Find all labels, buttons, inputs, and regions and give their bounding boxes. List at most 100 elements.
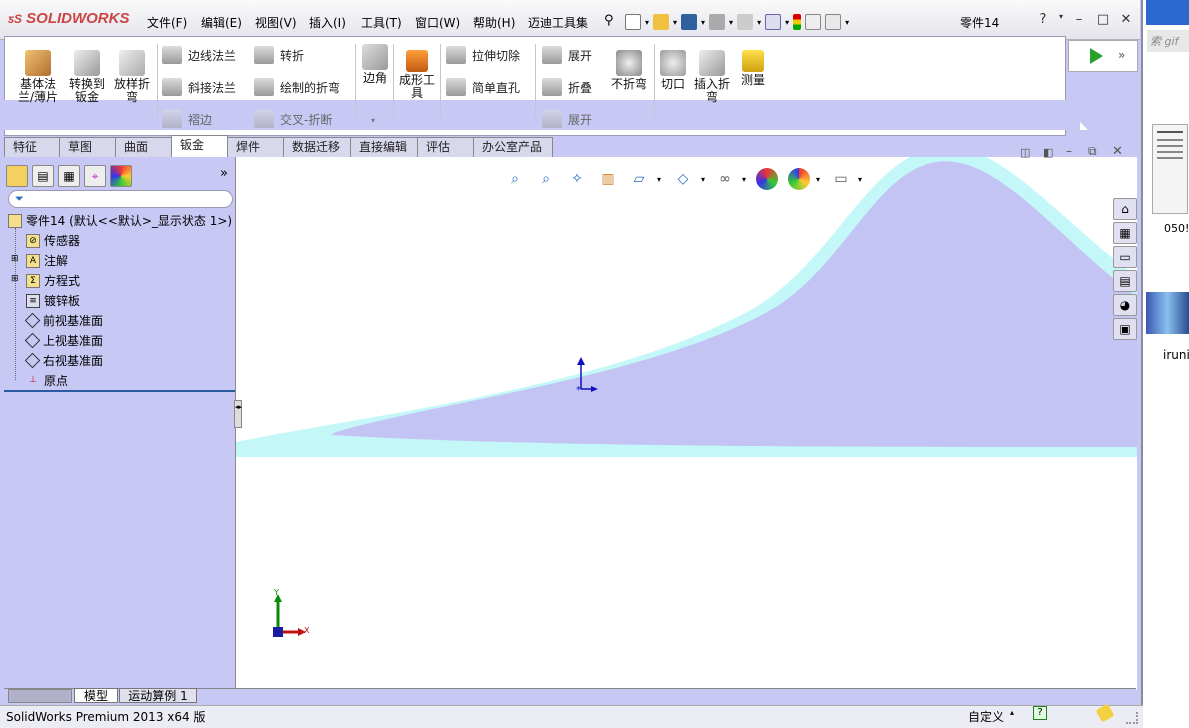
ribbon-expand-icon[interactable]: »: [1118, 48, 1125, 62]
edge-flange-button[interactable]: 边线法兰: [162, 46, 236, 64]
tab-model[interactable]: 模型: [74, 688, 118, 703]
panel-expand-icon[interactable]: »: [220, 166, 228, 181]
print-icon[interactable]: [709, 14, 726, 30]
menu-edit[interactable]: 编辑(E): [201, 14, 242, 31]
lofted-bend-button[interactable]: 放样折弯: [112, 50, 152, 104]
menu-view[interactable]: 视图(V): [255, 14, 297, 31]
new-document-icon[interactable]: [625, 14, 641, 30]
display-style-icon[interactable]: ∞: [714, 168, 736, 190]
previous-view-icon[interactable]: ✧: [566, 168, 588, 190]
expand-icon[interactable]: ⊞: [11, 254, 19, 264]
unfold-button[interactable]: 展开: [542, 46, 592, 64]
configuration-manager-tab-icon[interactable]: ▦: [58, 165, 80, 187]
panel-splitter-handle[interactable]: ◂▸: [234, 400, 242, 428]
tab-sheetmetal[interactable]: 钣金: [171, 135, 228, 157]
viewport-minimize-icon[interactable]: –: [1066, 144, 1072, 158]
simple-hole-button[interactable]: 简单直孔: [446, 78, 520, 96]
custom-properties-icon[interactable]: ▣: [1113, 318, 1137, 340]
status-units-label[interactable]: 自定义: [968, 708, 1004, 725]
dropdown-icon[interactable]: ▾: [816, 175, 820, 184]
appearances-icon[interactable]: ◕: [1113, 294, 1137, 316]
view-orientation-icon[interactable]: ◇: [672, 168, 694, 190]
resize-grip-icon[interactable]: [1126, 712, 1138, 724]
open-folder-icon[interactable]: [653, 14, 670, 30]
help-question-icon[interactable]: ?: [1034, 12, 1052, 28]
edit-appearance-icon[interactable]: [756, 168, 778, 190]
design-library-icon[interactable]: ▦: [1113, 222, 1137, 244]
cross-break-button[interactable]: 交叉-折断: [254, 110, 332, 128]
menu-window[interactable]: 窗口(W): [415, 14, 460, 31]
options-icon[interactable]: [825, 14, 842, 30]
tab-motion-study[interactable]: 运动算例 1: [119, 688, 197, 703]
status-help-icon[interactable]: ?: [1033, 706, 1047, 720]
select-arrow-icon[interactable]: [765, 14, 782, 30]
tab-features[interactable]: 特征: [4, 137, 60, 157]
miter-flange-button[interactable]: 斜接法兰: [162, 78, 236, 96]
save-icon[interactable]: [681, 14, 698, 30]
tree-item-top-plane[interactable]: 上视基准面: [24, 332, 103, 349]
tab-weldments[interactable]: 焊件: [227, 137, 284, 157]
tree-item-equations[interactable]: Σ 方程式: [26, 272, 80, 289]
pin-icon[interactable]: ⚲: [604, 13, 614, 28]
tree-filter-input[interactable]: ⏷: [8, 190, 233, 208]
tab-evaluate[interactable]: 评估: [417, 137, 474, 157]
rollback-bar[interactable]: [4, 390, 235, 392]
solidworks-resources-icon[interactable]: ⌂: [1113, 198, 1137, 220]
units-dropdown-icon[interactable]: ▴: [1010, 708, 1014, 717]
apply-scene-icon[interactable]: [788, 168, 810, 190]
fold-button[interactable]: 折叠: [542, 78, 592, 96]
rebuild-traffic-light-icon[interactable]: [793, 14, 802, 30]
display-manager-tab-icon[interactable]: [110, 165, 132, 187]
solidworks-logo[interactable]: ƽS SOLIDWORKS: [8, 10, 129, 27]
view-palette-icon[interactable]: ▤: [1113, 270, 1137, 292]
view-settings-icon[interactable]: ▭: [830, 168, 852, 190]
flatten-button[interactable]: 展开: [542, 110, 592, 128]
tab-direct-editing[interactable]: 直接编辑: [350, 137, 418, 157]
thumbnail-image[interactable]: [1146, 292, 1189, 334]
tab-sketch[interactable]: 草图: [59, 137, 116, 157]
jog-button[interactable]: 转折: [254, 46, 304, 64]
rip-button[interactable]: 切口: [658, 50, 688, 91]
sketched-bend-button[interactable]: 绘制的折弯: [254, 78, 340, 96]
viewport-restore-icon[interactable]: ⧉: [1088, 144, 1097, 159]
dropdown-icon[interactable]: ▾: [742, 175, 746, 184]
tab-office-products[interactable]: 办公室产品: [473, 137, 553, 157]
section-view-icon[interactable]: ▥: [597, 168, 619, 190]
corners-dropdown-icon[interactable]: ▾: [371, 116, 375, 125]
menu-file[interactable]: 文件(F): [147, 14, 187, 31]
feature-manager-tab-icon[interactable]: [6, 165, 28, 187]
zoom-to-fit-icon[interactable]: ⌕: [504, 168, 526, 190]
file-properties-icon[interactable]: [805, 14, 822, 30]
base-flange-button[interactable]: 基体法兰/薄片: [14, 50, 62, 104]
measure-button[interactable]: 测量: [736, 50, 770, 87]
menu-tools[interactable]: 工具(T): [361, 14, 402, 31]
tree-item-material[interactable]: ≡ 镀锌板: [26, 292, 80, 309]
no-bends-button[interactable]: 不折弯: [608, 50, 650, 91]
insert-bends-button[interactable]: 插入折弯: [692, 50, 732, 104]
thumbnail-doc[interactable]: [1152, 124, 1188, 214]
tab-scroll-arrows[interactable]: [8, 689, 72, 703]
corners-button[interactable]: 边角: [360, 44, 390, 85]
viewport-close-icon[interactable]: ✕: [1112, 144, 1123, 159]
close-button[interactable]: ✕: [1117, 12, 1135, 28]
tab-surfaces[interactable]: 曲面: [115, 137, 172, 157]
menu-insert[interactable]: 插入(I): [309, 14, 346, 31]
help-dropdown-icon[interactable]: ▾: [1052, 12, 1070, 28]
minimize-button[interactable]: –: [1070, 12, 1088, 28]
dynamic-annotation-icon[interactable]: ▱: [628, 168, 650, 190]
maximize-button[interactable]: □: [1094, 12, 1112, 28]
expand-icon[interactable]: ⊞: [11, 274, 19, 284]
dimxpert-tab-icon[interactable]: ⌖: [84, 165, 106, 187]
dropdown-icon[interactable]: ▾: [701, 175, 705, 184]
viewport-tile-icon[interactable]: ◫: [1020, 146, 1030, 159]
zoom-area-icon[interactable]: ⌕: [535, 168, 557, 190]
file-explorer-icon[interactable]: ▭: [1113, 246, 1137, 268]
tree-item-sensors[interactable]: ⊘ 传感器: [26, 232, 80, 249]
extruded-cut-button[interactable]: 拉伸切除: [446, 46, 520, 64]
tree-item-annotations[interactable]: A 注解: [26, 252, 68, 269]
property-manager-tab-icon[interactable]: ▤: [32, 165, 54, 187]
forming-tool-button[interactable]: 成形工具: [397, 50, 437, 100]
tree-root[interactable]: 零件14 (默认<<默认>_显示状态 1>): [8, 212, 232, 229]
dropdown-icon[interactable]: ▾: [657, 175, 661, 184]
menu-maidi-tools[interactable]: 迈迪工具集: [528, 14, 588, 31]
